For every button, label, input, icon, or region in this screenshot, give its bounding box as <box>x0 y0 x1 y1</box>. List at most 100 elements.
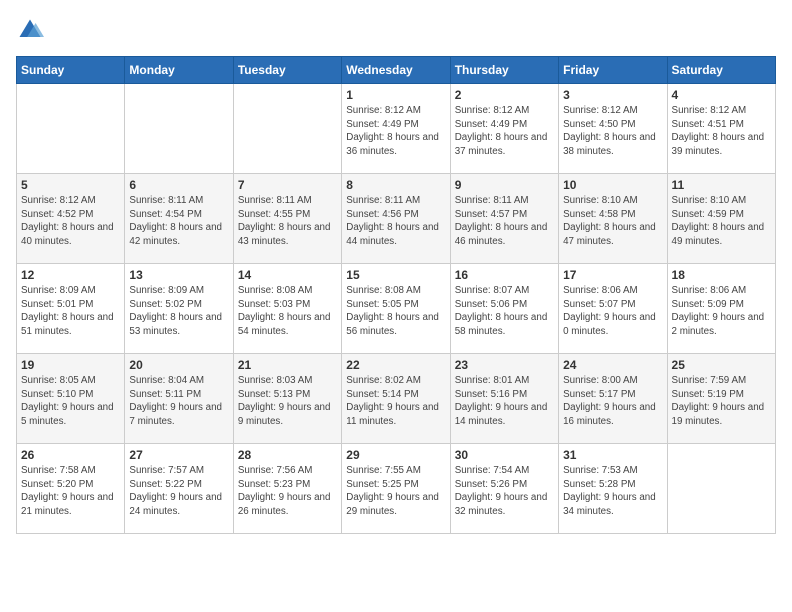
day-info: Sunrise: 8:12 AM Sunset: 4:49 PM Dayligh… <box>346 104 445 159</box>
day-cell: 1 Sunrise: 8:12 AM Sunset: 4:49 PM Daylig… <box>342 84 450 174</box>
day-cell: 23 Sunrise: 8:01 AM Sunset: 5:16 PM Dayli… <box>450 354 558 444</box>
day-cell: 27 Sunrise: 7:57 AM Sunset: 5:22 PM Dayli… <box>125 444 233 534</box>
day-info: Sunrise: 8:12 AM Sunset: 4:51 PM Dayligh… <box>672 104 771 159</box>
header-cell-sunday: Sunday <box>17 57 125 84</box>
day-cell: 18 Sunrise: 8:06 AM Sunset: 5:09 PM Dayli… <box>667 264 775 354</box>
day-info: Sunrise: 8:02 AM Sunset: 5:14 PM Dayligh… <box>346 374 445 429</box>
day-number: 3 <box>563 88 662 102</box>
day-number: 16 <box>455 268 554 282</box>
day-cell: 25 Sunrise: 7:59 AM Sunset: 5:19 PM Dayli… <box>667 354 775 444</box>
day-cell: 15 Sunrise: 8:08 AM Sunset: 5:05 PM Dayli… <box>342 264 450 354</box>
week-row-5: 26Sunrise: 7:58 AM Sunset: 5:20 PM Dayli… <box>17 444 776 534</box>
header-cell-saturday: Saturday <box>667 57 775 84</box>
calendar-body: 1 Sunrise: 8:12 AM Sunset: 4:49 PM Daylig… <box>17 84 776 534</box>
logo <box>16 16 48 44</box>
day-cell: 5 Sunrise: 8:12 AM Sunset: 4:52 PM Daylig… <box>17 174 125 264</box>
day-number: 6 <box>129 178 228 192</box>
page-header <box>16 16 776 44</box>
day-cell: 4 Sunrise: 8:12 AM Sunset: 4:51 PM Daylig… <box>667 84 775 174</box>
day-cell: 24 Sunrise: 8:00 AM Sunset: 5:17 PM Dayli… <box>559 354 667 444</box>
day-number: 28 <box>238 448 337 462</box>
day-info: Sunrise: 8:06 AM Sunset: 5:09 PM Dayligh… <box>672 284 771 339</box>
day-cell: 31 Sunrise: 7:53 AM Sunset: 5:28 PM Dayli… <box>559 444 667 534</box>
day-number: 23 <box>455 358 554 372</box>
day-number: 24 <box>563 358 662 372</box>
calendar-header: SundayMondayTuesdayWednesdayThursdayFrid… <box>17 57 776 84</box>
day-number: 4 <box>672 88 771 102</box>
day-info: Sunrise: 8:00 AM Sunset: 5:17 PM Dayligh… <box>563 374 662 429</box>
week-row-2: 5 Sunrise: 8:12 AM Sunset: 4:52 PM Daylig… <box>17 174 776 264</box>
week-row-4: 19 Sunrise: 8:05 AM Sunset: 5:10 PM Dayli… <box>17 354 776 444</box>
day-info: Sunrise: 8:08 AM Sunset: 5:05 PM Dayligh… <box>346 284 445 339</box>
day-info: Sunrise: 8:01 AM Sunset: 5:16 PM Dayligh… <box>455 374 554 429</box>
day-number: 1 <box>346 88 445 102</box>
day-info: Sunrise: 8:10 AM Sunset: 4:58 PM Dayligh… <box>563 194 662 249</box>
day-number: 2 <box>455 88 554 102</box>
calendar-table: SundayMondayTuesdayWednesdayThursdayFrid… <box>16 56 776 534</box>
day-cell <box>17 84 125 174</box>
day-cell: 30 Sunrise: 7:54 AM Sunset: 5:26 PM Dayli… <box>450 444 558 534</box>
day-info: Sunrise: 8:11 AM Sunset: 4:56 PM Dayligh… <box>346 194 445 249</box>
day-number: 13 <box>129 268 228 282</box>
day-info: Sunrise: 8:12 AM Sunset: 4:52 PM Dayligh… <box>21 194 120 249</box>
day-cell: 26Sunrise: 7:58 AM Sunset: 5:20 PM Dayli… <box>17 444 125 534</box>
day-cell: 13 Sunrise: 8:09 AM Sunset: 5:02 PM Dayli… <box>125 264 233 354</box>
day-cell: 6 Sunrise: 8:11 AM Sunset: 4:54 PM Daylig… <box>125 174 233 264</box>
day-cell: 9Sunrise: 8:11 AM Sunset: 4:57 PM Daylig… <box>450 174 558 264</box>
header-cell-tuesday: Tuesday <box>233 57 341 84</box>
day-info: Sunrise: 7:57 AM Sunset: 5:22 PM Dayligh… <box>129 464 228 519</box>
day-number: 10 <box>563 178 662 192</box>
day-number: 19 <box>21 358 120 372</box>
day-info: Sunrise: 7:54 AM Sunset: 5:26 PM Dayligh… <box>455 464 554 519</box>
day-info: Sunrise: 8:07 AM Sunset: 5:06 PM Dayligh… <box>455 284 554 339</box>
day-info: Sunrise: 8:09 AM Sunset: 5:01 PM Dayligh… <box>21 284 120 339</box>
day-number: 8 <box>346 178 445 192</box>
day-number: 25 <box>672 358 771 372</box>
day-number: 7 <box>238 178 337 192</box>
day-info: Sunrise: 7:58 AM Sunset: 5:20 PM Dayligh… <box>21 464 120 519</box>
day-info: Sunrise: 8:05 AM Sunset: 5:10 PM Dayligh… <box>21 374 120 429</box>
day-cell: 22 Sunrise: 8:02 AM Sunset: 5:14 PM Dayli… <box>342 354 450 444</box>
day-info: Sunrise: 7:53 AM Sunset: 5:28 PM Dayligh… <box>563 464 662 519</box>
logo-icon <box>16 16 44 44</box>
day-number: 27 <box>129 448 228 462</box>
header-cell-thursday: Thursday <box>450 57 558 84</box>
day-cell: 21Sunrise: 8:03 AM Sunset: 5:13 PM Dayli… <box>233 354 341 444</box>
day-info: Sunrise: 8:12 AM Sunset: 4:50 PM Dayligh… <box>563 104 662 159</box>
day-cell: 14 Sunrise: 8:08 AM Sunset: 5:03 PM Dayli… <box>233 264 341 354</box>
header-cell-monday: Monday <box>125 57 233 84</box>
day-info: Sunrise: 8:09 AM Sunset: 5:02 PM Dayligh… <box>129 284 228 339</box>
day-number: 29 <box>346 448 445 462</box>
day-info: Sunrise: 8:08 AM Sunset: 5:03 PM Dayligh… <box>238 284 337 339</box>
day-number: 15 <box>346 268 445 282</box>
day-cell: 20Sunrise: 8:04 AM Sunset: 5:11 PM Dayli… <box>125 354 233 444</box>
day-cell: 12Sunrise: 8:09 AM Sunset: 5:01 PM Dayli… <box>17 264 125 354</box>
day-info: Sunrise: 8:11 AM Sunset: 4:57 PM Dayligh… <box>455 194 554 249</box>
header-row: SundayMondayTuesdayWednesdayThursdayFrid… <box>17 57 776 84</box>
day-number: 11 <box>672 178 771 192</box>
day-number: 22 <box>346 358 445 372</box>
day-cell: 11Sunrise: 8:10 AM Sunset: 4:59 PM Dayli… <box>667 174 775 264</box>
day-cell: 16 Sunrise: 8:07 AM Sunset: 5:06 PM Dayli… <box>450 264 558 354</box>
day-number: 31 <box>563 448 662 462</box>
day-number: 5 <box>21 178 120 192</box>
day-number: 30 <box>455 448 554 462</box>
day-cell: 28Sunrise: 7:56 AM Sunset: 5:23 PM Dayli… <box>233 444 341 534</box>
day-cell: 19 Sunrise: 8:05 AM Sunset: 5:10 PM Dayli… <box>17 354 125 444</box>
day-info: Sunrise: 8:11 AM Sunset: 4:54 PM Dayligh… <box>129 194 228 249</box>
day-number: 18 <box>672 268 771 282</box>
day-cell: 10 Sunrise: 8:10 AM Sunset: 4:58 PM Dayli… <box>559 174 667 264</box>
day-info: Sunrise: 8:11 AM Sunset: 4:55 PM Dayligh… <box>238 194 337 249</box>
day-number: 17 <box>563 268 662 282</box>
header-cell-wednesday: Wednesday <box>342 57 450 84</box>
day-number: 20 <box>129 358 228 372</box>
day-info: Sunrise: 7:55 AM Sunset: 5:25 PM Dayligh… <box>346 464 445 519</box>
day-cell: 7 Sunrise: 8:11 AM Sunset: 4:55 PM Daylig… <box>233 174 341 264</box>
day-cell: 29 Sunrise: 7:55 AM Sunset: 5:25 PM Dayli… <box>342 444 450 534</box>
day-cell <box>667 444 775 534</box>
day-cell: 17Sunrise: 8:06 AM Sunset: 5:07 PM Dayli… <box>559 264 667 354</box>
header-cell-friday: Friday <box>559 57 667 84</box>
week-row-3: 12Sunrise: 8:09 AM Sunset: 5:01 PM Dayli… <box>17 264 776 354</box>
day-number: 14 <box>238 268 337 282</box>
day-info: Sunrise: 7:59 AM Sunset: 5:19 PM Dayligh… <box>672 374 771 429</box>
